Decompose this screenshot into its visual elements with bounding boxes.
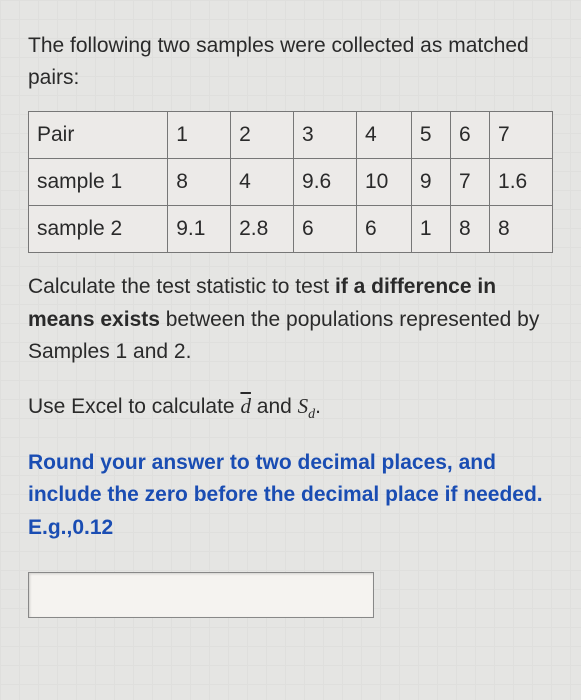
cell: 7 (490, 112, 553, 159)
cell: 1 (168, 112, 231, 159)
cell: sample 2 (29, 206, 168, 253)
excel-part: . (315, 395, 321, 418)
cell: 9.6 (294, 159, 357, 206)
cell: 1 (411, 206, 450, 253)
table-row: sample 1 8 4 9.6 10 9 7 1.6 (29, 159, 553, 206)
cell: 4 (356, 112, 411, 159)
cell: 6 (356, 206, 411, 253)
cell: 2 (231, 112, 294, 159)
sd-symbol: Sd (298, 394, 316, 418)
cell: Pair (29, 112, 168, 159)
table-row: Pair 1 2 3 4 5 6 7 (29, 112, 553, 159)
cell: 8 (490, 206, 553, 253)
cell: 6 (294, 206, 357, 253)
rounding-instruction: Round your answer to two decimal places,… (28, 447, 553, 545)
d-bar-symbol: d (240, 394, 251, 418)
cell: 7 (450, 159, 489, 206)
cell: 2.8 (231, 206, 294, 253)
cell: 8 (450, 206, 489, 253)
intro-text: The following two samples were collected… (28, 30, 553, 93)
excel-instruction: Use Excel to calculate d and Sd. (28, 391, 553, 425)
cell: 4 (231, 159, 294, 206)
cell: 9.1 (168, 206, 231, 253)
cell: 6 (450, 112, 489, 159)
cell: 1.6 (490, 159, 553, 206)
cell: 3 (294, 112, 357, 159)
cell: 10 (356, 159, 411, 206)
cell: 5 (411, 112, 450, 159)
question-part: Calculate the test statistic to test (28, 275, 335, 298)
cell: 8 (168, 159, 231, 206)
answer-input[interactable] (28, 572, 374, 618)
cell: 9 (411, 159, 450, 206)
excel-part: and (251, 395, 298, 418)
table-row: sample 2 9.1 2.8 6 6 1 8 8 (29, 206, 553, 253)
excel-part: Use Excel to calculate (28, 395, 240, 418)
cell: sample 1 (29, 159, 168, 206)
data-table: Pair 1 2 3 4 5 6 7 sample 1 8 4 9.6 10 9… (28, 111, 553, 253)
question-text: Calculate the test statistic to test if … (28, 271, 553, 369)
